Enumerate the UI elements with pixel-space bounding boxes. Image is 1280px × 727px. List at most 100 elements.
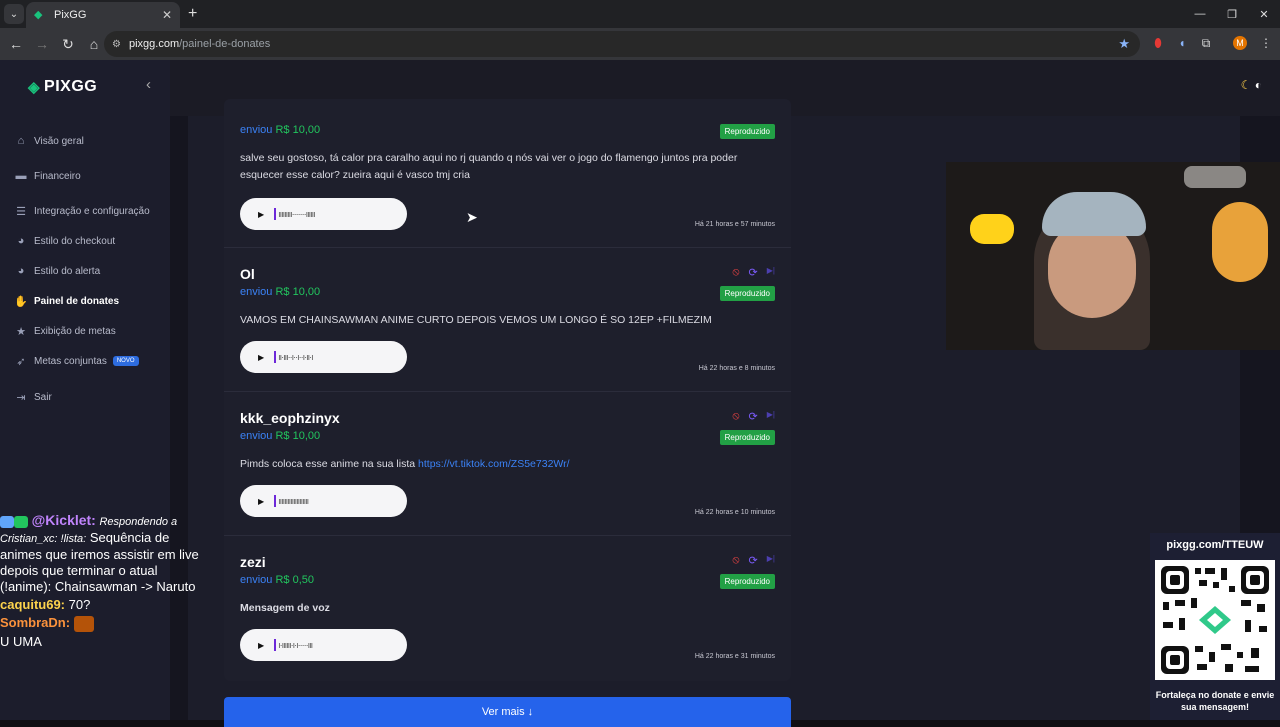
skip-icon[interactable]: ▶|: [767, 410, 775, 423]
audio-player[interactable]: ▶ ıııııııııııııııııııı: [240, 485, 407, 517]
donation-actions: ⦸ ⟳ ▶|: [732, 410, 775, 423]
profile-avatar[interactable]: M: [1233, 36, 1247, 50]
url-bar[interactable]: ⚙ pixgg.com /painel-de-donates ★: [104, 31, 1140, 57]
donate-icon: ✋: [14, 295, 28, 308]
sidebar-item-label: Metas conjuntas: [34, 355, 107, 367]
sidebar-item-financeiro[interactable]: ▬ Financeiro: [0, 161, 170, 191]
playhead[interactable]: [274, 208, 277, 220]
new-tab-icon[interactable]: +: [188, 5, 197, 23]
palette-icon: ◕: [17, 265, 25, 277]
waveform[interactable]: ıııııııııııııııııııı: [278, 496, 309, 506]
restore-icon[interactable]: ❐: [1216, 0, 1248, 28]
block-icon[interactable]: ⦸: [732, 266, 739, 279]
playhead[interactable]: [274, 351, 277, 363]
extension-red-icon[interactable]: ⬮: [1149, 34, 1167, 52]
donation-amount-line: enviou R$ 10,00: [240, 430, 320, 442]
donation-amount-line: enviou R$ 0,50: [240, 574, 314, 586]
sidebar-item-metas-conjuntas[interactable]: ➶ Metas conjuntas NOVO: [0, 346, 170, 376]
sidebar-item-integracao[interactable]: ☰ Integração e configuração: [0, 196, 170, 226]
sidebar-item-sair[interactable]: ⇥ Sair: [0, 382, 170, 412]
donation-time: Há 22 horas e 8 minutos: [698, 365, 775, 372]
extensions-puzzle-icon[interactable]: ⧉: [1197, 34, 1215, 52]
sidebar-item-label: Visão geral: [34, 135, 84, 147]
bookmark-star-icon[interactable]: ★: [1118, 36, 1130, 52]
minimize-icon[interactable]: —: [1184, 0, 1216, 28]
theme-toggle-icon[interactable]: ☾ ◐: [1241, 78, 1262, 92]
audio-player[interactable]: ▶ ıı·ııı··ı··ı··ı·ıı·ı: [240, 341, 407, 373]
waveform[interactable]: ııııııııı·······ıııııı: [278, 209, 315, 219]
collapse-sidebar-icon[interactable]: ‹: [146, 76, 151, 93]
tab-title: PixGG: [54, 9, 87, 21]
donation-card: Ol ⦸ ⟳ ▶| enviou R$ 10,00 Reproduzido VA…: [224, 248, 791, 392]
wallet-icon: ▬: [15, 170, 27, 182]
home-icon[interactable]: ⌂: [82, 36, 106, 52]
load-more-button[interactable]: Ver mais ↓: [224, 697, 791, 727]
donation-time: Há 22 horas e 10 minutos: [694, 509, 775, 516]
browser-tab-bar: ⌄ ◆ PixGG ✕ + — ❐ ✕: [0, 0, 1280, 28]
playhead[interactable]: [274, 495, 277, 507]
donation-amount: R$ 0,50: [275, 574, 315, 586]
sidebar-item-visao-geral[interactable]: ⌂ Visão geral: [0, 126, 170, 156]
block-icon[interactable]: ⦸: [732, 554, 739, 567]
stream-chat-overlay: @Kicklet: Respondendo a Cristian_xc: !li…: [0, 512, 205, 652]
rocket-icon: ➶: [16, 355, 26, 368]
waveform[interactable]: ı·ıııııı·ı·ı·····ııı: [278, 640, 313, 650]
donation-message: VAMOS EM CHAINSAWMAN ANIME CURTO DEPOIS …: [240, 314, 712, 326]
close-window-icon[interactable]: ✕: [1248, 0, 1280, 28]
pixgg-logo[interactable]: ◈ PIXGG: [28, 78, 97, 96]
site-info-icon[interactable]: ⚙: [112, 39, 121, 50]
logout-icon: ⇥: [16, 391, 26, 404]
window-controls: — ❐ ✕: [1184, 0, 1280, 28]
qr-url: pixgg.com/TTEUW: [1166, 539, 1264, 551]
donation-message: Pimds coloca esse anime na sua lista htt…: [240, 456, 770, 473]
sent-label: enviou: [240, 124, 273, 136]
mouse-cursor-icon: ➤: [466, 209, 478, 225]
chat-badge-icon: [14, 515, 28, 528]
sidebar-item-label: Painel de donates: [34, 295, 120, 307]
play-icon[interactable]: ▶: [258, 210, 264, 219]
play-icon[interactable]: ▶: [258, 641, 264, 650]
chat-message: U UMA: [0, 634, 205, 650]
sidebar-item-estilo-alerta[interactable]: ◕ Estilo do alerta: [0, 256, 170, 286]
tab-search-button[interactable]: ⌄: [4, 4, 24, 24]
sidebar-item-estilo-checkout[interactable]: ◕ Estilo do checkout: [0, 226, 170, 256]
donor-name: Ol: [240, 266, 255, 282]
browser-menu-icon[interactable]: ⋮: [1257, 34, 1275, 52]
chat-username: SombraDn:: [0, 615, 71, 630]
replay-icon[interactable]: ⟳: [749, 410, 758, 423]
donor-name: kkk_eophzinyx: [240, 410, 340, 426]
waveform[interactable]: ıı·ııı··ı··ı··ı·ıı·ı: [278, 352, 313, 362]
audio-player[interactable]: ▶ ııııııııı·······ıııııı: [240, 198, 407, 230]
sidebar-menu: ⌂ Visão geral ▬ Financeiro ☰ Integração e c…: [0, 130, 170, 412]
sidebar-item-exibicao-metas[interactable]: ★ Exibição de metas: [0, 316, 170, 346]
sidebar-item-painel-donates[interactable]: ✋ Painel de donates: [0, 286, 170, 316]
sidebar-item-label: Estilo do alerta: [34, 265, 101, 277]
skip-icon[interactable]: ▶|: [767, 554, 775, 567]
play-icon[interactable]: ▶: [258, 353, 264, 362]
replay-icon[interactable]: ⟳: [749, 266, 758, 279]
message-link[interactable]: https://vt.tiktok.com/ZS5e732Wr/: [418, 458, 570, 470]
browser-tab[interactable]: ◆ PixGG ✕: [26, 2, 180, 28]
status-badge: Reproduzido: [719, 286, 775, 301]
pixgg-favicon-icon: ◆: [34, 9, 43, 21]
donation-actions: ⦸ ⟳ ▶|: [732, 266, 775, 279]
extension-audio-icon[interactable]: ◖: [1173, 34, 1191, 52]
playhead[interactable]: [274, 639, 277, 651]
audio-player[interactable]: ▶ ı·ıııııı·ı·ı·····ııı: [240, 629, 407, 661]
skip-icon[interactable]: ▶|: [767, 266, 775, 279]
qr-overlay: pixgg.com/TTEUW Fortaleça no donate e en…: [1150, 533, 1280, 720]
reload-icon[interactable]: ↻: [56, 36, 80, 53]
tab-close-icon[interactable]: ✕: [162, 8, 172, 22]
back-icon[interactable]: ←: [4, 36, 28, 52]
replay-icon[interactable]: ⟳: [749, 554, 758, 567]
chat-message: caquitu69: 70?: [0, 597, 205, 613]
donation-amount-line: enviou R$ 10,00: [240, 286, 320, 298]
new-badge: NOVO: [112, 356, 139, 366]
sidebar-item-label: Integração e configuração: [34, 205, 150, 217]
sidebar-item-label: Sair: [34, 391, 52, 403]
play-icon[interactable]: ▶: [258, 497, 264, 506]
block-icon[interactable]: ⦸: [732, 410, 739, 423]
status-badge: Reproduzido: [719, 124, 775, 139]
donation-feed: enviou R$ 10,00 Reproduzido salve seu go…: [224, 99, 791, 681]
forward-icon[interactable]: →: [30, 36, 54, 52]
